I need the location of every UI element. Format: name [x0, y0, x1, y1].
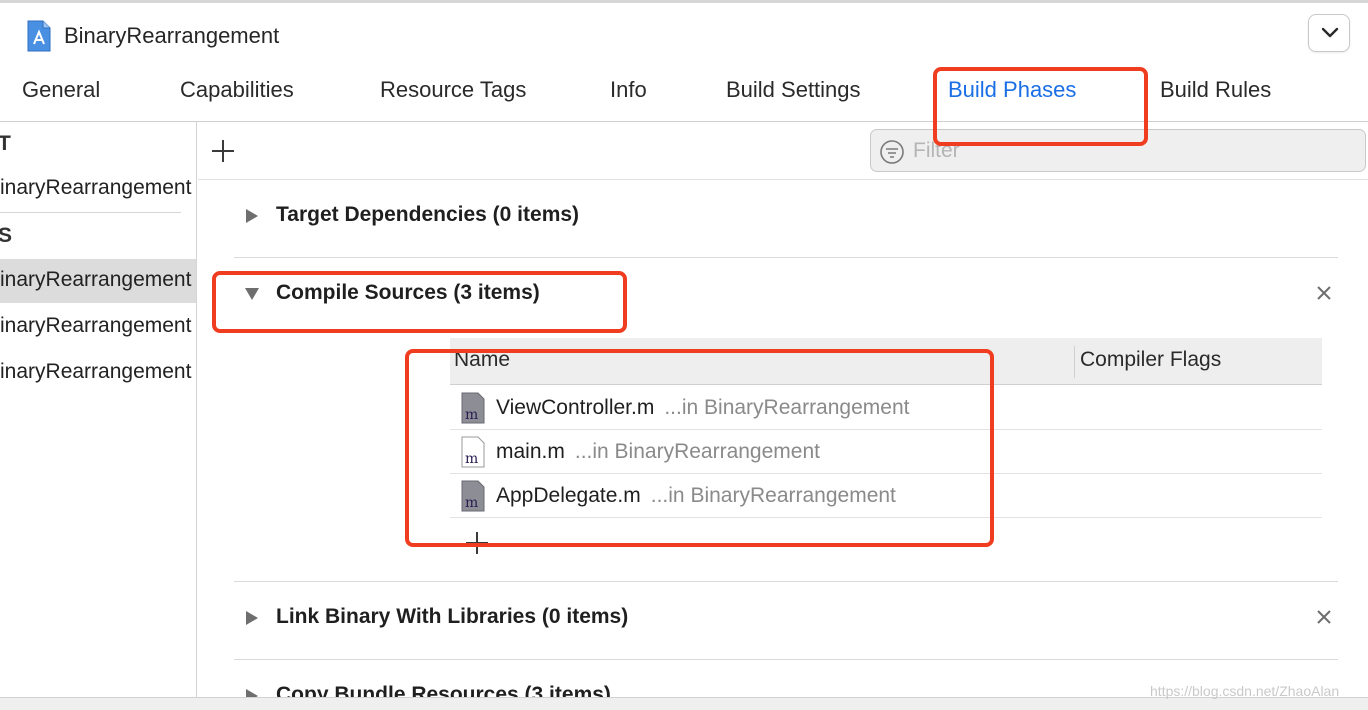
file-name: main.m: [496, 440, 565, 463]
watermark: https://blog.csdn.net/ZhaoAlan: [1150, 683, 1340, 699]
tab-build-phases[interactable]: Build Phases: [948, 77, 1076, 103]
add-file-icon[interactable]: [464, 530, 490, 556]
close-icon[interactable]: [1316, 285, 1332, 301]
svg-text:m: m: [465, 495, 478, 511]
sidebar-divider: [0, 212, 181, 213]
build-phases-editor: Target Dependencies (0 items) Compile So…: [198, 122, 1368, 710]
remove-file-icon[interactable]: [514, 542, 540, 548]
phase-title: Link Binary With Libraries (0 items): [276, 605, 629, 628]
sidebar-item-target[interactable]: BinaryRearrangement: [0, 351, 196, 395]
phase-link-binary-with-libraries: Link Binary With Libraries (0 items): [234, 582, 1338, 660]
editor-tab-bar: General Capabilities Resource Tags Info …: [0, 66, 1368, 122]
filter-field[interactable]: [870, 129, 1366, 172]
project-target-dropdown[interactable]: [1308, 14, 1350, 52]
project-name: BinaryRearrangement: [64, 23, 280, 48]
phase-target-dependencies: Target Dependencies (0 items): [234, 194, 1338, 258]
tab-resource-tags[interactable]: Resource Tags: [380, 77, 526, 103]
objc-file-icon: m: [461, 480, 485, 512]
svg-text:m: m: [465, 407, 478, 423]
close-icon[interactable]: [1316, 609, 1332, 625]
table-header: Name Compiler Flags: [450, 338, 1322, 385]
sidebar-item-target[interactable]: BinaryRearrangement: [0, 259, 196, 303]
phases-toolbar: [198, 122, 1368, 180]
filter-icon: [880, 140, 904, 164]
column-header-compiler-flags[interactable]: Compiler Flags: [1080, 348, 1221, 372]
file-location: ...in BinaryRearrangement: [574, 440, 820, 463]
phase-header[interactable]: Link Binary With Libraries (0 items): [234, 600, 1338, 640]
sidebar-item-label: BinaryRearrangement: [0, 268, 192, 291]
tab-build-rules[interactable]: Build Rules: [1160, 77, 1271, 103]
file-location: ...in BinaryRearrangement: [664, 396, 910, 419]
tab-info[interactable]: Info: [610, 77, 647, 103]
sidebar-item-label: BinaryRearrangement: [0, 314, 192, 337]
column-separator[interactable]: [1074, 346, 1075, 378]
objc-file-icon: m: [461, 436, 485, 468]
project-target-sidebar: T BinaryRearrangement S BinaryRearrangem…: [0, 122, 197, 710]
title-bar: BinaryRearrangement: [0, 0, 1368, 66]
table-row[interactable]: m main.m ...in BinaryRearrangement: [450, 430, 1322, 474]
phase-header[interactable]: Target Dependencies (0 items): [234, 198, 1338, 238]
disclosure-collapsed-icon[interactable]: [244, 208, 260, 224]
file-name: ViewController.m: [496, 396, 655, 419]
chevron-down-icon: [1321, 27, 1339, 38]
phase-header[interactable]: Compile Sources (3 items): [234, 276, 1338, 316]
file-location: ...in BinaryRearrangement: [650, 484, 896, 507]
objc-file-icon: m: [461, 392, 485, 424]
disclosure-collapsed-icon[interactable]: [244, 610, 260, 626]
sidebar-item-project[interactable]: BinaryRearrangement: [0, 167, 196, 211]
xcode-project-icon: [27, 20, 51, 52]
tab-general[interactable]: General: [22, 77, 100, 103]
file-name: AppDelegate.m: [496, 484, 641, 507]
filter-input[interactable]: [913, 137, 1313, 165]
phase-title: Target Dependencies (0 items): [276, 203, 580, 226]
phase-title: Compile Sources (3 items): [276, 281, 540, 304]
column-header-name[interactable]: Name: [454, 348, 510, 372]
add-build-phase-icon[interactable]: [210, 138, 236, 164]
disclosure-expanded-icon[interactable]: [244, 286, 260, 302]
sidebar-item-target[interactable]: BinaryRearrangement: [0, 305, 196, 349]
sidebar-item-label: BinaryRearrangement: [0, 360, 192, 383]
tab-capabilities[interactable]: Capabilities: [180, 77, 294, 103]
tab-build-settings[interactable]: Build Settings: [726, 77, 861, 103]
table-row[interactable]: m AppDelegate.m ...in BinaryRearrangement: [450, 474, 1322, 518]
sidebar-targets-header: S: [0, 224, 12, 248]
svg-text:m: m: [465, 451, 478, 467]
sidebar-project-header: T: [0, 132, 11, 156]
table-row[interactable]: m ViewController.m ...in BinaryRearrangem…: [450, 386, 1322, 430]
sidebar-item-label: BinaryRearrangement: [0, 176, 192, 199]
